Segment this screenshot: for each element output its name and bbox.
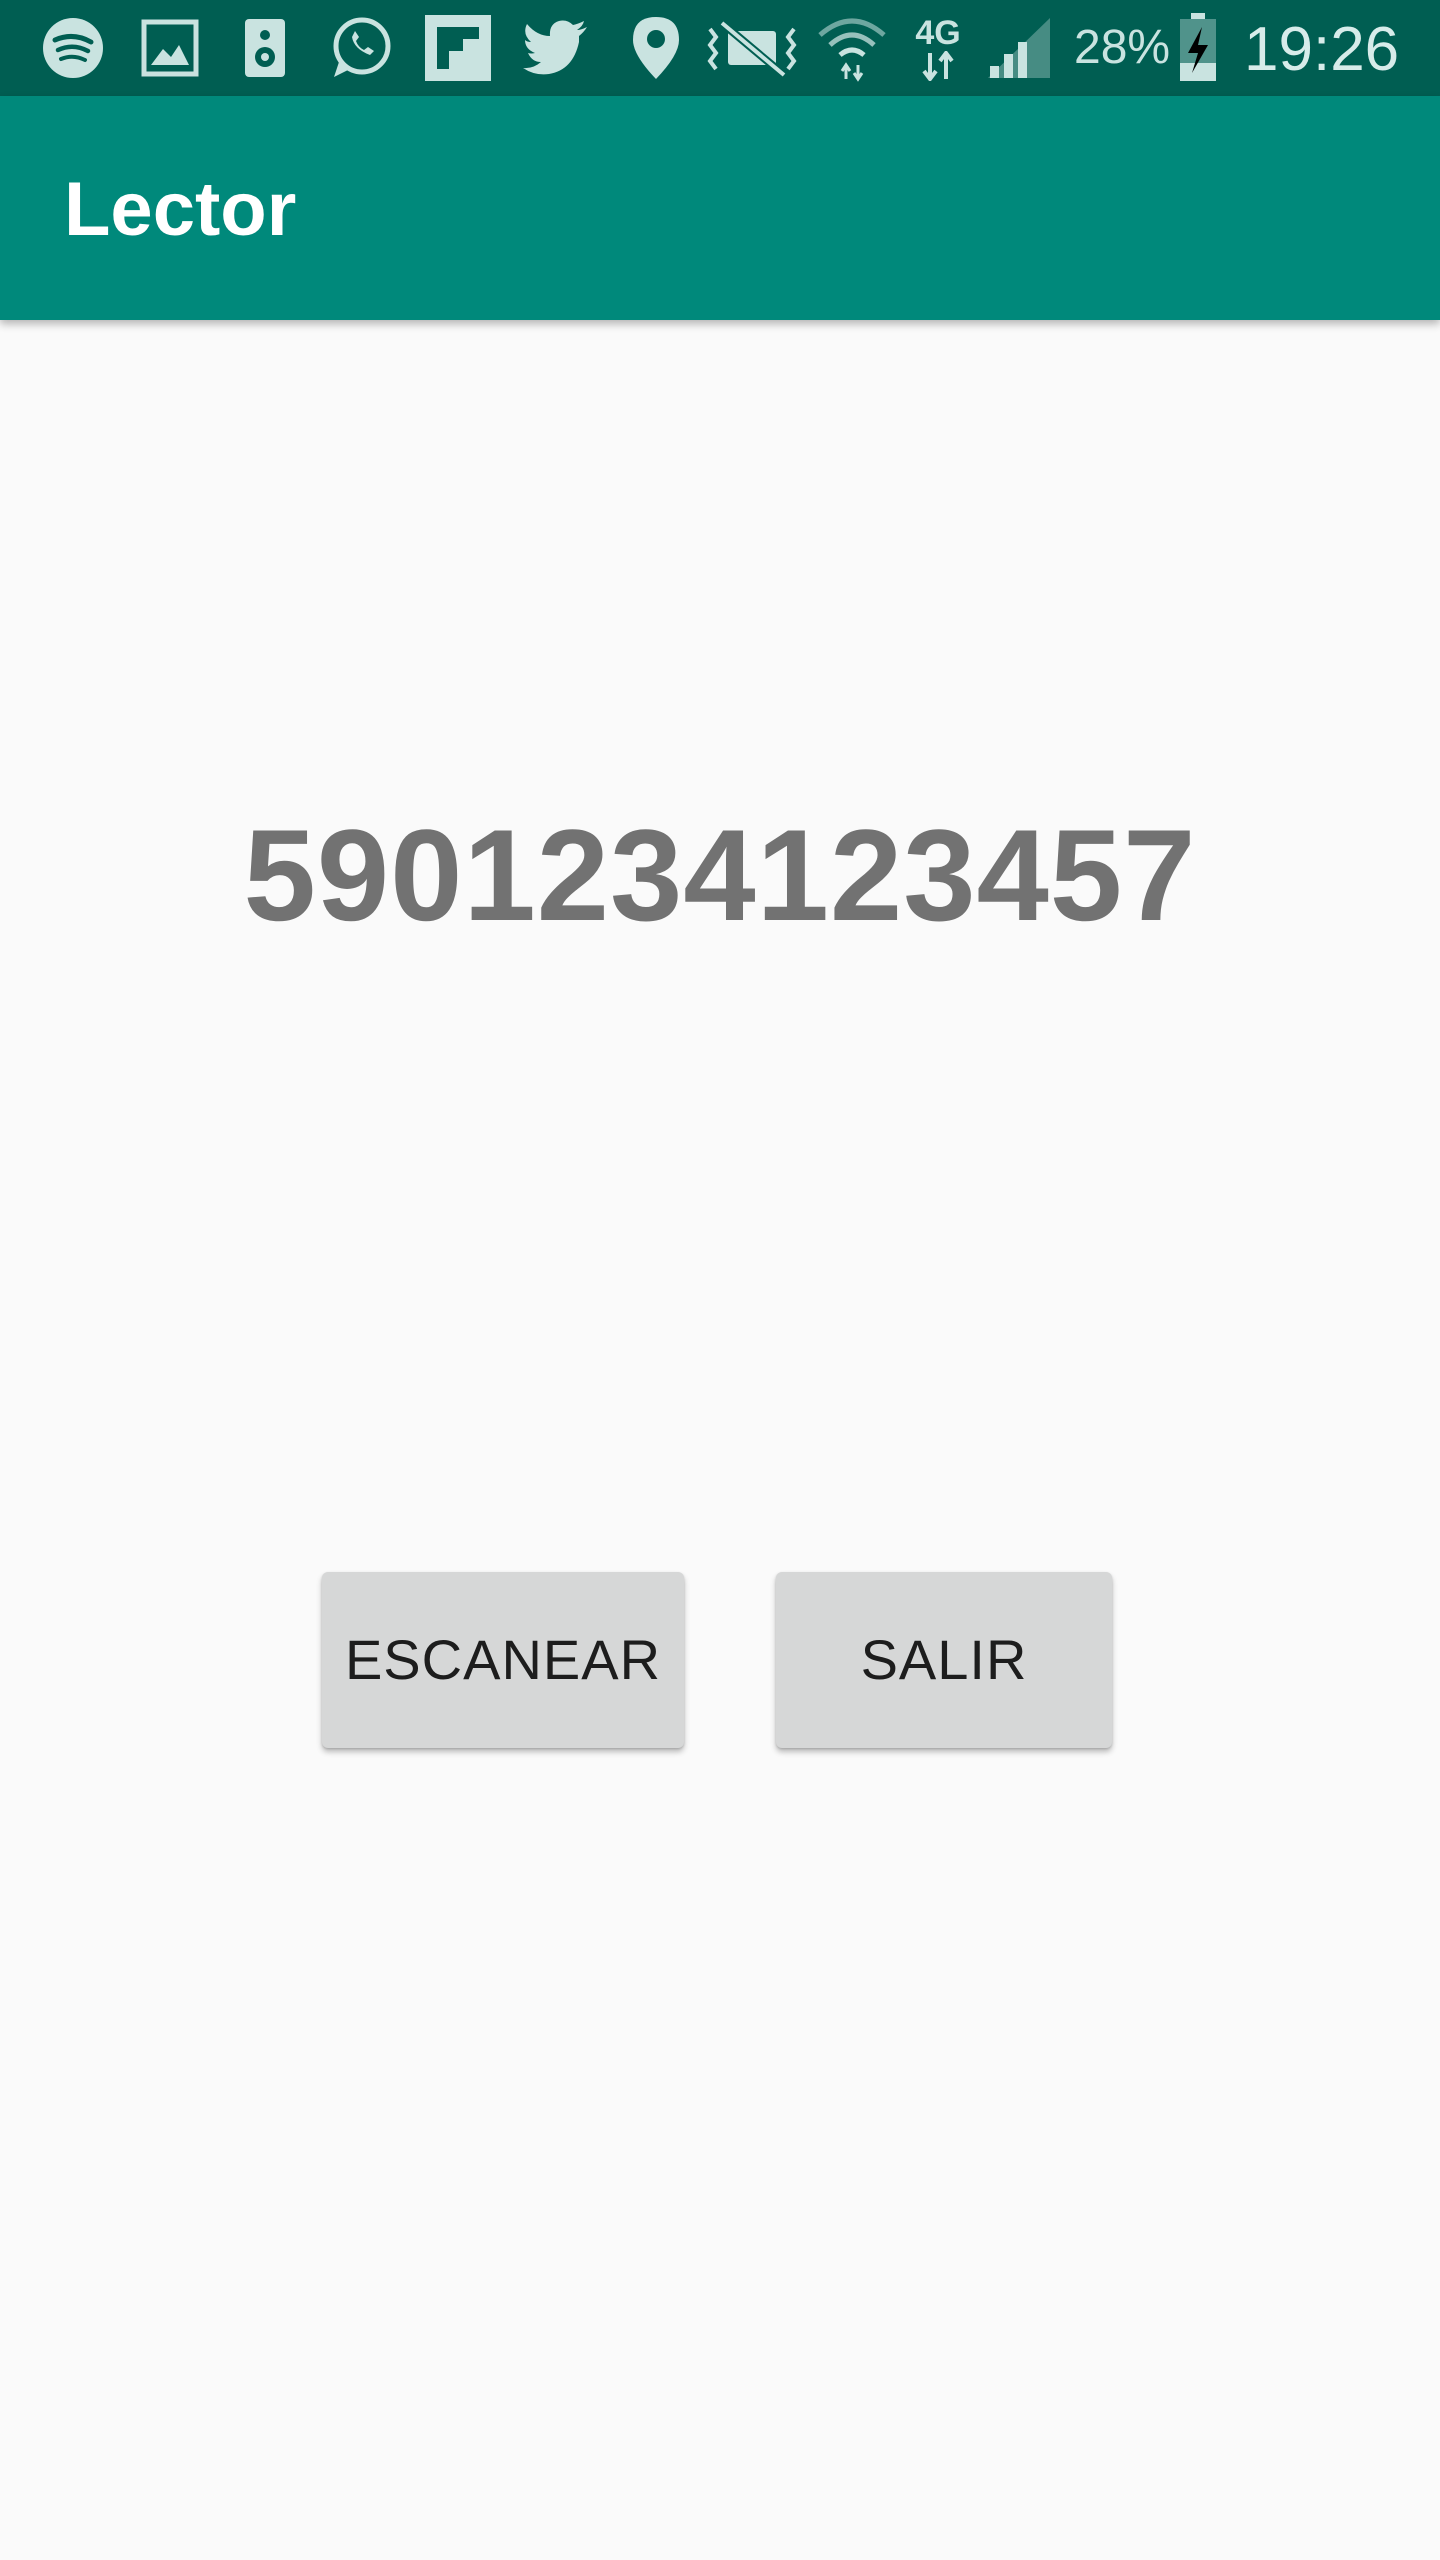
- clock: 19:26: [1244, 15, 1400, 84]
- app-title: Lector: [64, 167, 297, 252]
- vibrate-mute-icon: [702, 14, 802, 82]
- network-4g-icon: 4G: [906, 14, 970, 82]
- scan-button[interactable]: ESCANEAR: [322, 1572, 684, 1748]
- twitter-icon: [522, 14, 590, 82]
- scan-result-text: 5901234123457: [243, 802, 1197, 948]
- gallery-icon: [138, 14, 202, 82]
- flipboard-icon: [424, 14, 492, 82]
- location-icon: [628, 14, 684, 82]
- battery-percent: 28%: [1074, 21, 1171, 74]
- status-bar: 4G 28% 19:26: [0, 0, 1440, 96]
- network-type-label: 4G: [915, 14, 961, 52]
- app-bar: Lector: [0, 96, 1440, 320]
- battery-charging-icon: [1176, 13, 1220, 82]
- wifi-icon: [814, 14, 890, 82]
- exit-button[interactable]: SALIR: [776, 1572, 1112, 1748]
- signal-icon: [984, 14, 1054, 82]
- whatsapp-icon: [326, 14, 396, 82]
- speaker-icon: [240, 14, 290, 82]
- spotify-icon: [38, 14, 108, 82]
